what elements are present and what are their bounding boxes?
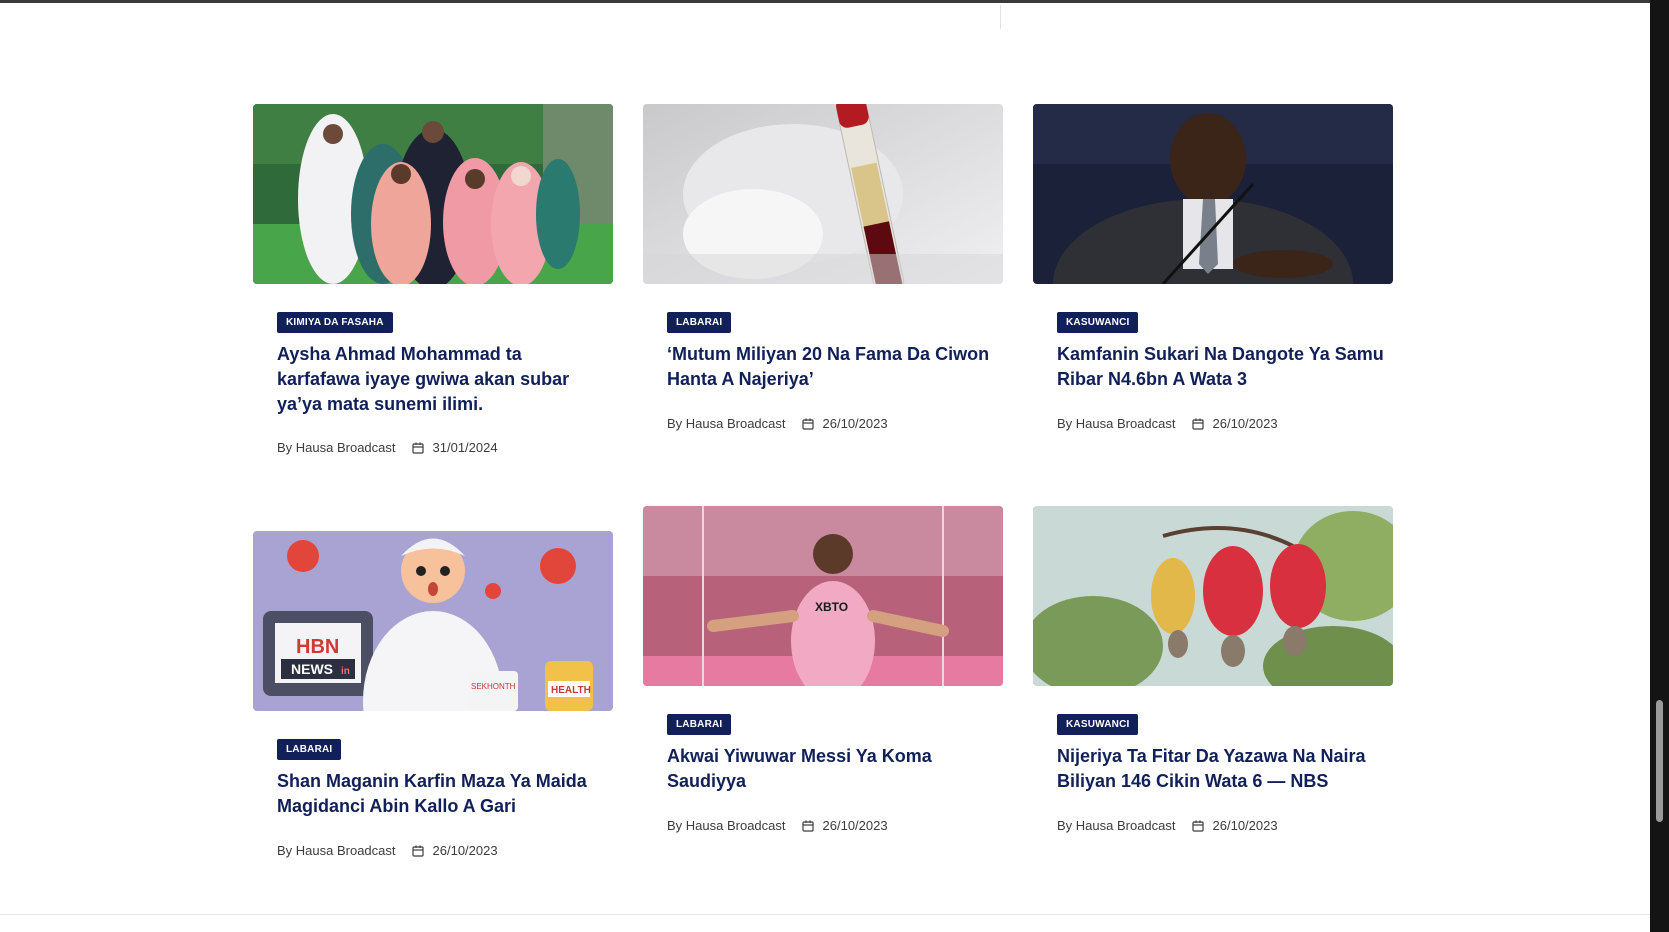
category-badge[interactable]: KASUWANCI [1057,312,1139,333]
image-text-health: HEALTH [551,685,591,696]
post-meta: By Hausa Broadcast 26/10/2023 [667,416,888,431]
image-text-in: in [341,666,350,677]
calendar-icon [411,845,424,857]
calendar-icon [1191,820,1204,832]
scrollbar-thumb[interactable] [1656,700,1663,822]
post-card: KASUWANCI Nijeriya Ta Fitar Da Yazawa Na… [1033,506,1393,833]
calendar-icon [801,418,814,430]
top-border [0,0,1650,3]
category-badge[interactable]: KASUWANCI [1057,714,1139,735]
post-title[interactable]: Akwai Yiwuwar Messi Ya Koma Saudiyya [667,744,997,794]
post-card: KIMIYA DA FASAHA Aysha Ahmad Mohammad ta… [253,104,613,455]
image-text-shirt: XBTO [815,600,848,614]
post-meta: By Hausa Broadcast 31/01/2024 [277,440,498,455]
post-meta: By Hausa Broadcast 26/10/2023 [1057,818,1278,833]
post-date: 26/10/2023 [822,416,888,431]
post-title[interactable]: Aysha Ahmad Mohammad ta karfafawa iyaye … [277,342,607,417]
post-author[interactable]: By Hausa Broadcast [277,440,396,455]
post-author[interactable]: By Hausa Broadcast [667,818,786,833]
section-bottom-border [0,914,1650,915]
post-date: 31/01/2024 [432,440,498,455]
post-card: LABARAI ‘Mutum Miliyan 20 Na Fama Da Ciw… [643,104,1003,431]
post-thumbnail-cashew[interactable] [1033,506,1393,686]
post-thumbnail-speaker[interactable] [1033,104,1393,284]
post-date: 26/10/2023 [432,843,498,858]
calendar-icon [1191,418,1204,430]
category-badge[interactable]: KIMIYA DA FASAHA [277,312,393,333]
image-text-sign: SEKHONTH [471,682,516,691]
post-title[interactable]: Nijeriya Ta Fitar Da Yazawa Na Naira Bil… [1057,744,1387,794]
post-author[interactable]: By Hausa Broadcast [1057,818,1176,833]
post-author[interactable]: By Hausa Broadcast [1057,416,1176,431]
post-date: 26/10/2023 [1212,416,1278,431]
post-meta: By Hausa Broadcast 26/10/2023 [667,818,888,833]
post-thumbnail-girls-group[interactable] [253,104,613,284]
category-badge[interactable]: LABARAI [277,739,342,760]
post-meta: By Hausa Broadcast 26/10/2023 [1057,416,1278,431]
post-card: HBN NEWS in SEKHONTH HEALTH LABARAI Shan… [253,531,613,858]
calendar-icon [411,442,424,454]
scrollbar-track[interactable] [1650,0,1669,932]
calendar-icon [801,820,814,832]
post-card: XBTO LABARAI Akwai Yiwuwar Messi Ya Koma… [643,506,1003,833]
category-badge[interactable]: LABARAI [667,312,732,333]
post-date: 26/10/2023 [1212,818,1278,833]
post-author[interactable]: By Hausa Broadcast [667,416,786,431]
category-badge[interactable]: LABARAI [667,714,732,735]
post-title[interactable]: Kamfanin Sukari Na Dangote Ya Samu Ribar… [1057,342,1387,392]
post-author[interactable]: By Hausa Broadcast [277,843,396,858]
image-text-news: NEWS [291,661,333,677]
image-text-brand: HBN [296,636,339,658]
post-thumbnail-health-illustration[interactable]: HBN NEWS in SEKHONTH HEALTH [253,531,613,711]
post-thumbnail-footballer[interactable]: XBTO [643,506,1003,686]
post-meta: By Hausa Broadcast 26/10/2023 [277,843,498,858]
post-card: KASUWANCI Kamfanin Sukari Na Dangote Ya … [1033,104,1393,431]
column-divider [1000,5,1001,29]
post-title[interactable]: Shan Maganin Karfin Maza Ya Maida Magida… [277,769,607,819]
post-thumbnail-blood-tube[interactable] [643,104,1003,284]
post-date: 26/10/2023 [822,818,888,833]
post-title[interactable]: ‘Mutum Miliyan 20 Na Fama Da Ciwon Hanta… [667,342,997,392]
